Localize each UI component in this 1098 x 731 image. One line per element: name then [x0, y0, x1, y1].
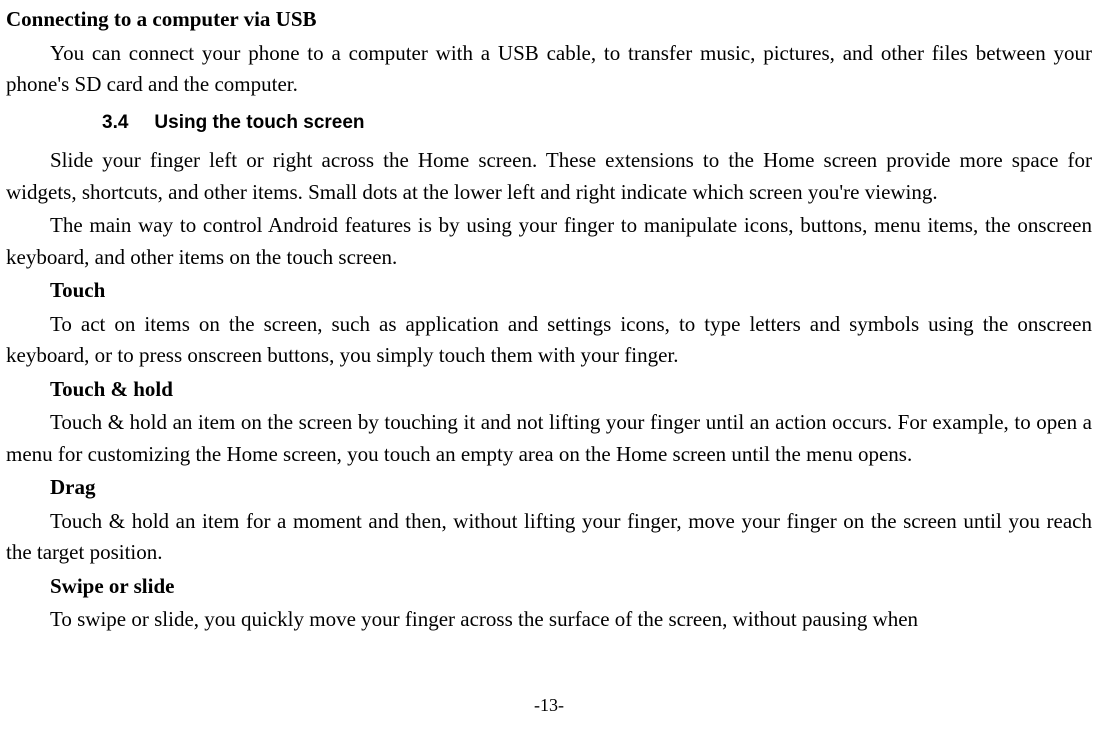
section-number: 3.4 — [102, 112, 128, 133]
subheading-swipe: Swipe or slide — [50, 571, 1092, 603]
paragraph-touch: To act on items on the screen, such as a… — [6, 309, 1092, 372]
paragraph-swipe: To swipe or slide, you quickly move your… — [6, 604, 1092, 636]
section-heading: 3.4 Using the touch screen — [102, 109, 1092, 138]
paragraph-usb: You can connect your phone to a computer… — [6, 38, 1092, 101]
paragraph-drag: Touch & hold an item for a moment and th… — [6, 506, 1092, 569]
heading-connecting-usb: Connecting to a computer via USB — [6, 4, 1092, 36]
page-number: -13- — [0, 692, 1098, 719]
paragraph-touch-hold: Touch & hold an item on the screen by to… — [6, 407, 1092, 470]
subheading-drag: Drag — [50, 472, 1092, 504]
paragraph-touchscreen-intro2: The main way to control Android features… — [6, 210, 1092, 273]
subheading-touch-hold: Touch & hold — [50, 374, 1092, 406]
section-title: Using the touch screen — [154, 112, 364, 133]
subheading-touch: Touch — [50, 275, 1092, 307]
paragraph-touchscreen-intro1: Slide your finger left or right across t… — [6, 145, 1092, 208]
